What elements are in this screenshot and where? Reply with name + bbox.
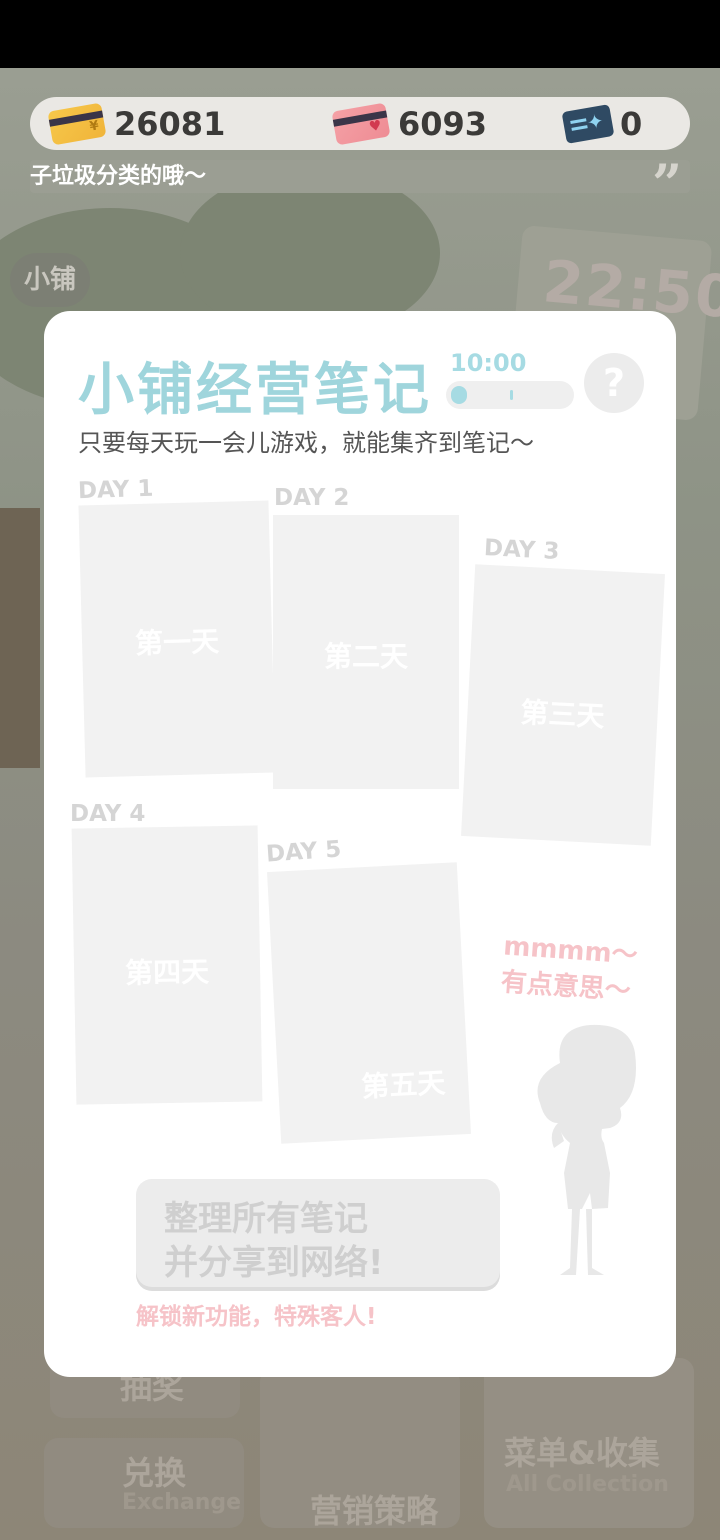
timer-progress-bar (446, 381, 574, 409)
day-5-label: DAY 5 (265, 836, 343, 868)
pink-amount: 6093 (398, 104, 488, 143)
day-3-card[interactable]: 第三天 (461, 564, 665, 846)
modal-title: 小铺经营笔记 (78, 358, 432, 423)
blue-star-card-icon (561, 103, 615, 144)
gold-card-icon (47, 102, 107, 145)
day-5-name: 第五天 (360, 1066, 447, 1104)
status-bar (0, 0, 720, 68)
day-1-label: DAY 1 (77, 475, 154, 505)
business-notes-modal: 小铺经营笔记 10:00 ? 只要每天玩一会儿游戏，就能集齐到笔记～ DAY 1… (44, 311, 676, 1377)
day-4-label: DAY 4 (70, 801, 146, 827)
exchange-button[interactable]: 兑换 Exchange (44, 1438, 244, 1528)
day-4-card[interactable]: 第四天 (71, 825, 263, 1105)
share-line-1: 整理所有笔记 (164, 1199, 368, 1239)
currency-bar: 26081 6093 0 (30, 97, 690, 150)
timer-text: 10:00 (450, 349, 527, 377)
day-2-label: DAY 2 (274, 485, 350, 511)
day-1-name: 第一天 (134, 624, 220, 661)
tree-trunk (0, 508, 40, 768)
progress-marker (510, 390, 513, 400)
day-1-card[interactable]: 第一天 (78, 500, 276, 778)
modal-subtitle: 只要每天玩一会儿游戏，就能集齐到笔记～ (78, 429, 534, 457)
pink-heart-card-icon (331, 102, 391, 145)
day-2-name: 第二天 (323, 640, 408, 673)
news-ticker: 子垃圾分类的哦～ ” (30, 160, 690, 193)
gold-amount: 26081 (114, 104, 226, 143)
hint-note: mmmm～ 有点意思～ (500, 928, 639, 1009)
menu-collection-button[interactable]: 菜单&收集 All Collection (484, 1358, 694, 1528)
unlock-hint: 解锁新功能，特殊客人! (136, 1304, 377, 1330)
day-4-name: 第四天 (124, 955, 210, 990)
day-3-label: DAY 3 (483, 535, 560, 565)
gold-currency: 26081 (47, 97, 226, 150)
marketing-strategy-button[interactable]: 营销策略 (260, 1368, 460, 1530)
special-customer-silhouette-icon (537, 1024, 636, 1275)
day-2-card[interactable]: 第二天 (273, 515, 459, 789)
blue-currency: 0 (561, 97, 643, 150)
ticker-text: 子垃圾分类的哦～ (30, 164, 207, 189)
quote-icon: ” (652, 160, 682, 193)
shop-label[interactable]: 小铺 (10, 253, 90, 307)
share-notes-button[interactable]: 整理所有笔记 并分享到网络! (136, 1179, 500, 1287)
pink-currency: 6093 (331, 97, 488, 150)
progress-fill (451, 386, 467, 404)
day-5-card[interactable]: 第五天 (267, 862, 471, 1144)
day-3-name: 第三天 (519, 695, 606, 734)
help-button[interactable]: ? (584, 353, 644, 413)
blue-amount: 0 (620, 104, 643, 143)
share-line-2: 并分享到网络! (164, 1243, 384, 1283)
